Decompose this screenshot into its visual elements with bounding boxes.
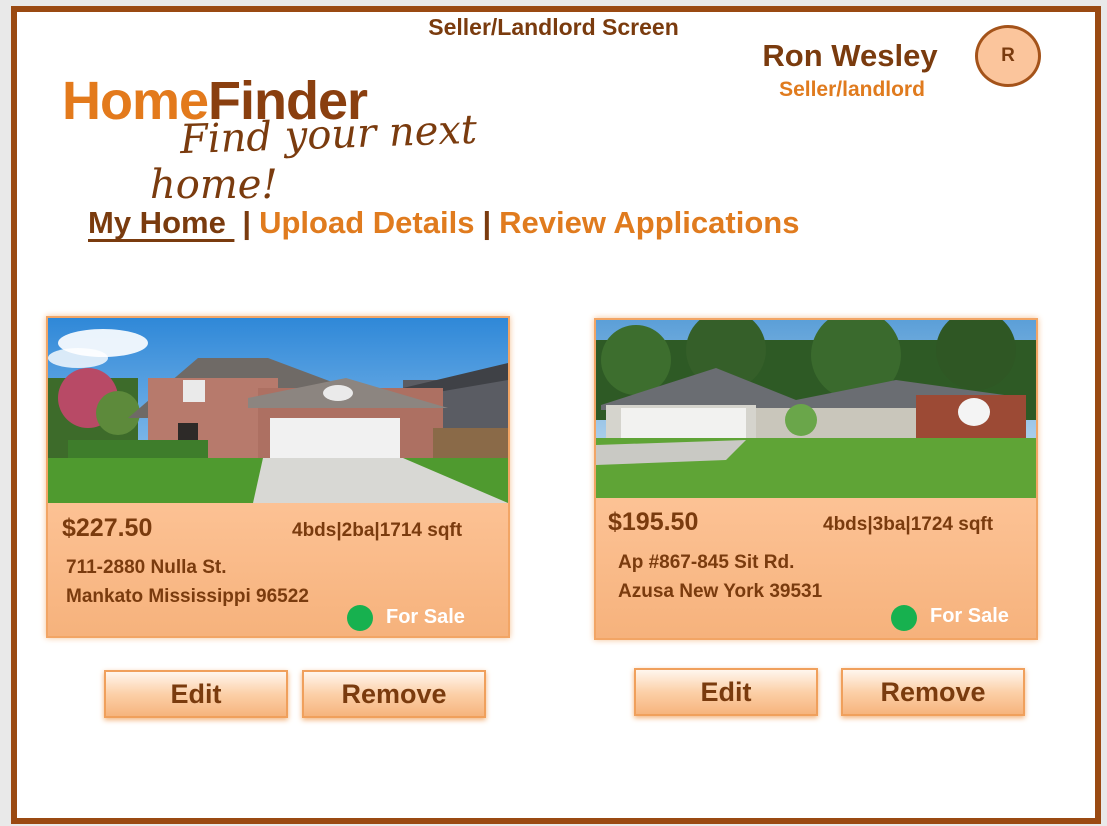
house-photo xyxy=(596,320,1036,498)
listing-card[interactable]: $195.50 4bds|3ba|1724 sqft Ap #867-845 S… xyxy=(594,318,1038,640)
address-line2: Azusa New York 39531 xyxy=(618,581,823,602)
status-label: For Sale xyxy=(930,605,1009,627)
listing-price: $195.50 xyxy=(608,508,699,536)
address-line2: Mankato Mississippi 96522 xyxy=(66,586,309,607)
listing-card[interactable]: $227.50 4bds|2ba|1714 sqft 711-2880 Null… xyxy=(46,316,510,638)
remove-button[interactable]: Remove xyxy=(841,668,1025,716)
nav-separator: | xyxy=(242,205,252,240)
nav-review-applications[interactable]: Review Applications xyxy=(499,205,799,240)
listing-price: $227.50 xyxy=(62,514,153,542)
listing-address: Ap #867-845 Sit Rd. Azusa New York 39531 xyxy=(618,548,822,606)
user-name: Ron Wesley xyxy=(762,38,938,73)
house-photo xyxy=(48,318,508,503)
status-indicator-dot xyxy=(347,605,373,631)
edit-button[interactable]: Edit xyxy=(104,670,288,718)
listing-address: 711-2880 Nulla St. Mankato Mississippi 9… xyxy=(66,553,309,611)
status-label: For Sale xyxy=(386,606,465,628)
nav-upload-details[interactable]: Upload Details xyxy=(259,205,474,240)
user-avatar[interactable]: R xyxy=(975,25,1041,87)
status-indicator-dot xyxy=(891,605,917,631)
remove-button[interactable]: Remove xyxy=(302,670,486,718)
nav-separator: | xyxy=(482,205,492,240)
listing-specs: 4bds|2ba|1714 sqft xyxy=(292,520,463,541)
screen-title: Seller/Landlord Screen xyxy=(428,14,679,40)
edit-button[interactable]: Edit xyxy=(634,668,818,716)
tagline-line2: home! xyxy=(150,162,278,208)
address-line1: Ap #867-845 Sit Rd. xyxy=(618,552,795,573)
address-line1: 711-2880 Nulla St. xyxy=(66,557,227,578)
main-nav: My Home | Upload Details | Review Applicati… xyxy=(88,205,799,241)
user-role: Seller/landlord xyxy=(779,78,925,101)
nav-my-home[interactable]: My Home xyxy=(88,205,234,240)
listing-specs: 4bds|3ba|1724 sqft xyxy=(823,514,994,535)
